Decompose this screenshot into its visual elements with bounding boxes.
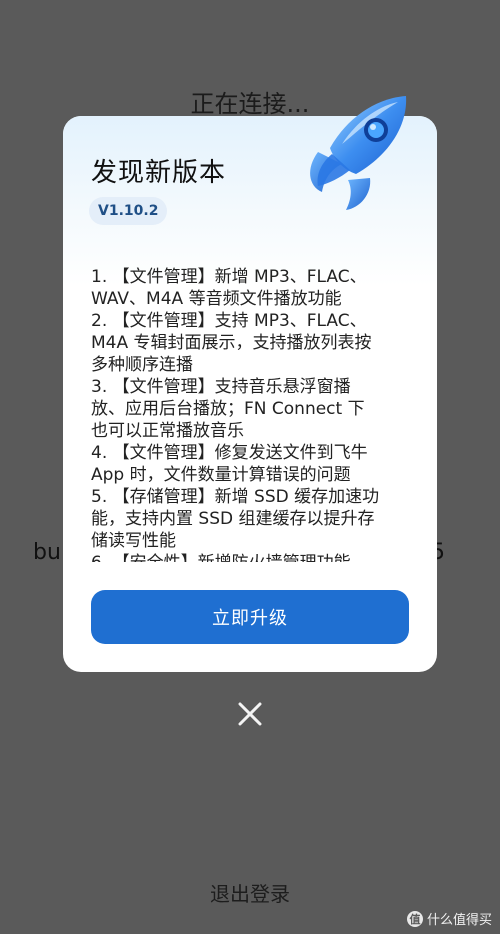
dialog-title: 发现新版本 (91, 158, 227, 188)
rocket-icon (310, 96, 407, 210)
logout-button[interactable]: 退出登录 (0, 878, 500, 907)
connecting-status-text: 正在连接... (190, 90, 310, 118)
release-note-item: 4. 【文件管理】修复发送文件到飞牛 App 时，文件数量计算错误的问题 (91, 443, 368, 485)
version-badge: V1.10.2 (89, 197, 168, 225)
watermark: 值 什么值得买 (406, 909, 492, 928)
release-note-item: 3. 【文件管理】支持音乐悬浮窗播 放、应用后台播放；FN Connect 下 … (91, 377, 365, 441)
release-notes-list: 1. 【文件管理】新增 MP3、FLAC、 WAV、M4A 等音频文件播放功能 2… (91, 266, 417, 562)
watermark-logo-icon: 值 (406, 910, 423, 927)
close-icon[interactable] (236, 700, 264, 728)
watermark-text: 什么值得买 (426, 913, 492, 928)
release-note-item: 1. 【文件管理】新增 MP3、FLAC、 WAV、M4A 等音频文件播放功能 (91, 267, 367, 309)
release-note-item: 5. 【存储管理】新增 SSD 缓存加速功 能，支持内置 SSD 组建缓存以提升… (91, 487, 380, 551)
release-notes[interactable]: 1. 【文件管理】新增 MP3、FLAC、 WAV、M4A 等音频文件播放功能 2… (91, 266, 417, 562)
background-partial-text-left: bu (33, 540, 61, 565)
release-note-item: 2. 【文件管理】支持 MP3、FLAC、 M4A 专辑封面展示，支持播放列表按… (91, 311, 372, 375)
upgrade-now-button[interactable]: 立即升级 (91, 590, 409, 644)
release-note-item: 6. 【安全性】新增防火墙管理功能 (91, 552, 417, 562)
